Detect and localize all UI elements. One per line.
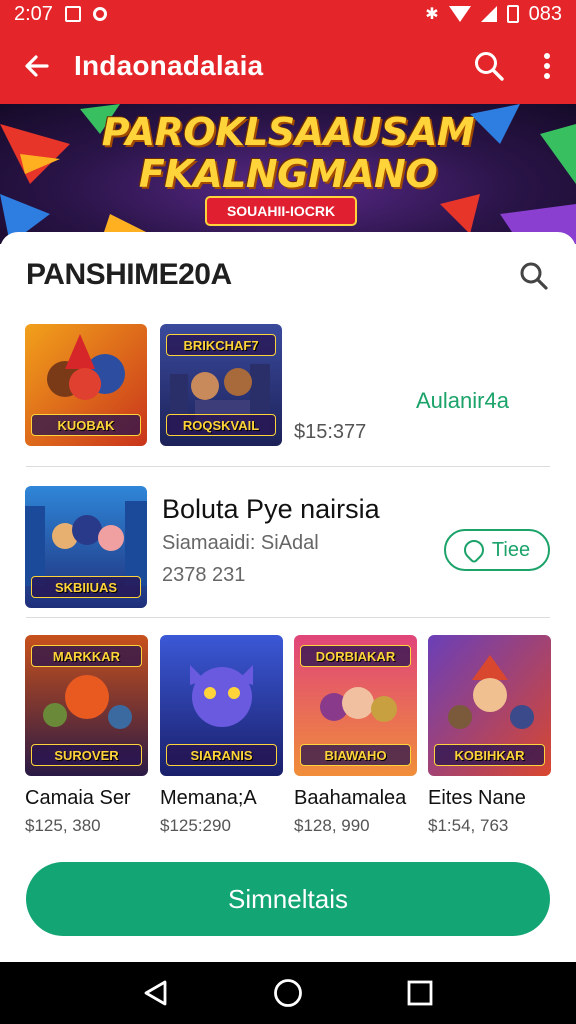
more-vert-icon xyxy=(544,53,550,79)
game-thumbnail[interactable]: KUOBAK xyxy=(25,324,147,446)
signal-icon xyxy=(480,6,497,22)
promo-banner[interactable]: PAROKLSAAUSAM FKALNGMANO SOUAHII-IOCRK xyxy=(0,104,576,244)
wifi-icon xyxy=(448,6,471,22)
app-title: Indaonadalaia xyxy=(74,50,264,81)
section-title: PANSHIME20A xyxy=(26,258,232,291)
banner-tag: SOUAHII-IOCRK xyxy=(205,196,357,226)
system-nav-bar xyxy=(0,962,576,1024)
battery-level: 083 xyxy=(528,2,562,25)
nav-home-button[interactable] xyxy=(258,962,318,1024)
content-sheet: PANSHIME20A KUOBAK BRIKCHAF7 ROQSKVAIL $… xyxy=(0,232,576,962)
game-card-thumbnail[interactable]: SIARANIS xyxy=(160,635,283,776)
game-title-label: BIAWAHO xyxy=(300,744,411,766)
nav-home-icon xyxy=(274,979,302,1007)
availability-link[interactable]: Aulanir4a xyxy=(416,388,509,414)
card-price: $1:54, 763 xyxy=(428,816,509,835)
card-price: $128, 990 xyxy=(294,816,370,835)
game-top-label: BRIKCHAF7 xyxy=(166,334,276,356)
primary-action-button[interactable]: Simneltais xyxy=(26,862,550,936)
card-name[interactable]: Memana;A xyxy=(160,787,257,810)
sync-icon xyxy=(92,7,107,21)
game-title-label: ROQSKVAIL xyxy=(166,414,276,436)
game-title-label: SUROVER xyxy=(31,744,142,766)
back-button[interactable] xyxy=(0,28,74,104)
game-top-label: MARKKAR xyxy=(31,645,142,667)
tag-icon xyxy=(459,535,489,565)
status-bar: 2:07 ✱ 083 xyxy=(0,0,576,28)
divider xyxy=(26,466,550,467)
nav-recents-button[interactable] xyxy=(390,962,450,1024)
overflow-menu-button[interactable] xyxy=(518,28,576,104)
nav-recents-icon xyxy=(407,980,433,1006)
card-name[interactable]: Eites Nane xyxy=(428,787,526,810)
card-price: $125:290 xyxy=(160,816,231,835)
game-thumbnail[interactable]: BRIKCHAF7 ROQSKVAIL xyxy=(160,324,282,446)
game-card-thumbnail[interactable]: MARKKAR SUROVER xyxy=(25,635,148,776)
banner-headline-2: FKALNGMANO xyxy=(138,152,438,196)
card-name[interactable]: Camaia Ser xyxy=(25,787,131,810)
card-name[interactable]: Baahamalea xyxy=(294,787,406,810)
game-title-label: SKBIIUAS xyxy=(31,576,141,598)
search-button[interactable] xyxy=(460,28,518,104)
game-top-label: DORBIAKAR xyxy=(300,645,411,667)
app-bar: Indaonadalaia xyxy=(0,28,576,104)
game-title-label: SIARANIS xyxy=(166,744,277,766)
tag-button-label: Tiee xyxy=(491,538,531,561)
game-title-label: KUOBAK xyxy=(31,414,141,436)
search-icon xyxy=(520,262,548,290)
game-subtitle: Siamaaidi: SiAdal xyxy=(162,532,319,554)
divider xyxy=(26,617,550,618)
search-icon xyxy=(475,52,504,81)
game-thumbnail[interactable]: SKBIIUAS xyxy=(25,486,147,608)
battery-icon xyxy=(506,5,519,23)
game-title[interactable]: Boluta Pye nairsia xyxy=(162,494,380,525)
game-count: 2378 231 xyxy=(162,564,246,586)
game-card-thumbnail[interactable]: DORBIAKAR BIAWAHO xyxy=(294,635,417,776)
nav-back-icon xyxy=(144,980,167,1006)
nav-back-button[interactable] xyxy=(126,962,186,1024)
bluetooth-icon: ✱ xyxy=(425,6,439,23)
back-arrow-icon xyxy=(25,55,49,77)
price-label: $15:377 xyxy=(294,421,367,443)
status-time: 2:07 xyxy=(14,2,53,25)
notification-icon xyxy=(64,6,81,22)
tag-button[interactable]: Tiee xyxy=(444,529,550,571)
game-card-thumbnail[interactable]: KOBIHKAR xyxy=(428,635,551,776)
game-title-label: KOBIHKAR xyxy=(434,744,545,766)
section-search-button[interactable] xyxy=(514,256,554,296)
banner-headline-1: PAROKLSAAUSAM xyxy=(101,110,475,154)
card-price: $125, 380 xyxy=(25,816,101,835)
